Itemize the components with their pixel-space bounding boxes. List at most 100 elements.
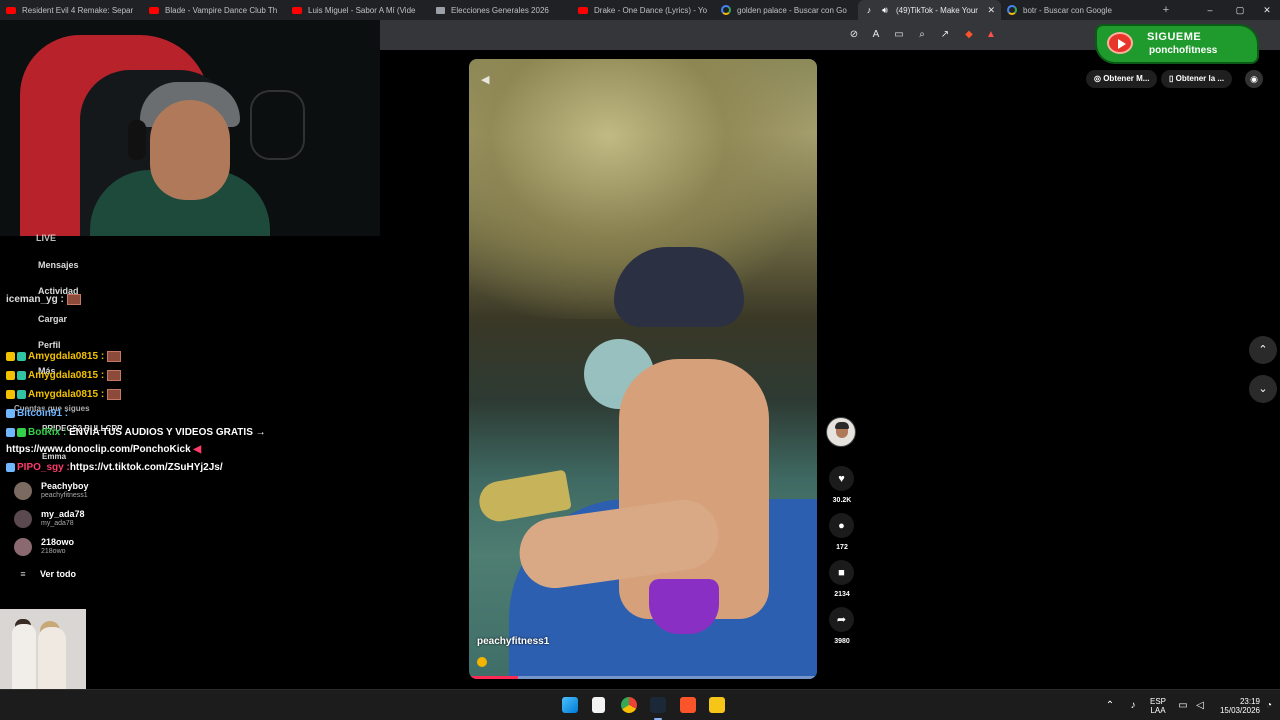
browser-tab[interactable]: Elecciones Generales 2026 — [429, 0, 572, 20]
following-handle: 218owo — [41, 548, 66, 555]
badge-icon — [17, 371, 26, 380]
emoji-icon — [477, 657, 487, 667]
network-icon[interactable]: ▭ — [1177, 700, 1189, 712]
chat-line: PIPO_sgy :https://vt.tiktok.com/ZSuHYj2J… — [6, 462, 223, 473]
sidebar-messages[interactable]: Mensajes — [38, 260, 79, 270]
browser-tab[interactable]: golden palace - Buscar con Go — [715, 0, 858, 20]
keyboard-layout: LAA — [1150, 705, 1166, 715]
badge-icon — [17, 390, 26, 399]
streamer-face — [150, 100, 230, 200]
volume-icon[interactable]: ◁ — [1194, 700, 1206, 712]
translate-icon[interactable]: A — [870, 29, 882, 41]
brave-icon[interactable] — [680, 697, 696, 713]
following-item[interactable]: Peachyboy peachyfitness1 — [14, 481, 89, 500]
folder-icon[interactable] — [709, 697, 725, 713]
sidebar-upload[interactable]: Cargar — [38, 314, 67, 324]
chat-username: Bitcoin91 : — [17, 408, 69, 419]
google-icon — [721, 5, 731, 15]
chat-line: Amygdala0815 : — [6, 389, 122, 401]
language-code: ESP — [1149, 696, 1166, 706]
video-author[interactable]: peachyfitness1 — [477, 636, 549, 647]
badge-icon — [6, 427, 15, 437]
like-button[interactable]: ♥ — [829, 466, 854, 491]
tiktok-video[interactable]: ◀ peachyfitness1 — [469, 59, 817, 679]
volume-icon[interactable]: ◀ — [481, 73, 489, 86]
tracking-off-icon[interactable]: ⊘ — [848, 29, 860, 41]
see-all-link[interactable]: ≡ Ver todo — [14, 569, 76, 579]
chat-message: ENVIA TUS AUDIOS Y VIDEOS GRATIS → — [69, 427, 266, 438]
badge-icon — [17, 427, 26, 437]
video-progress-bar[interactable] — [469, 676, 817, 679]
sidebar-profile[interactable]: Perfil — [38, 340, 61, 350]
badge-icon — [6, 408, 15, 418]
notepad-icon[interactable] — [592, 697, 605, 713]
previous-video-button[interactable]: ⌃ — [1249, 336, 1277, 364]
profile-icon[interactable]: ◉ — [1245, 70, 1263, 88]
minimize-button[interactable]: – — [1195, 0, 1225, 20]
couple-photo — [0, 609, 86, 689]
follow-me-banner: SIGUEME ponchofitness — [1097, 26, 1257, 62]
emote-icon — [107, 370, 122, 381]
bookmark-icon: ■ — [838, 566, 845, 579]
cast-icon[interactable]: ▭ — [893, 29, 905, 41]
steam-icon[interactable] — [650, 697, 666, 720]
zoom-icon[interactable]: ⌕ — [916, 29, 928, 41]
chat-line: Amygdala0815 : — [6, 351, 122, 363]
maximize-button[interactable]: ▢ — [1225, 0, 1255, 20]
following-item[interactable]: 218owo 218owo — [14, 537, 74, 556]
following-name: my_ada78 — [41, 509, 85, 519]
chat-line: Bitcoin91 : — [6, 408, 68, 419]
windows-start-icon[interactable] — [562, 697, 578, 713]
sidebar-live[interactable]: LIVE — [36, 233, 56, 243]
chevron-up-icon: ⌃ — [1258, 344, 1268, 356]
browser-tab[interactable]: Luis Miguel - Sabor A Mí (Vide — [286, 0, 429, 20]
speaker-icon[interactable]: 🔊︎ — [880, 5, 890, 15]
close-window-button[interactable]: ✕ — [1252, 0, 1280, 20]
language-indicator[interactable]: ESP LAA — [1145, 690, 1171, 720]
badge-icon — [6, 352, 15, 361]
following-handle: my_ada78 — [41, 520, 74, 527]
badge-icon — [17, 352, 26, 361]
document-icon — [435, 5, 445, 15]
save-button[interactable]: ■ — [829, 560, 854, 585]
clock-time: 23:19 — [1239, 696, 1260, 706]
close-tab-icon[interactable]: ✕ — [987, 5, 995, 16]
notification-icon[interactable]: ◔ — [1263, 700, 1275, 712]
chat-message: https://www.donoclip.com/PonchoKick — [6, 444, 191, 455]
chat-username: Amygdala0815 : — [28, 351, 105, 363]
new-tab-button[interactable]: + — [1156, 4, 1176, 16]
comment-button[interactable]: ● — [829, 513, 854, 538]
share-button[interactable]: ➦ — [829, 607, 854, 632]
pill-label: Obtener M... — [1103, 74, 1150, 83]
brave-shield-icon[interactable]: ◆ — [963, 29, 975, 41]
windows-taskbar: ⌃ ♪ ESP LAA ▭ ◁ 23:19 15/03/2026 ◔ — [0, 689, 1280, 720]
chrome-icon[interactable] — [621, 697, 637, 713]
comment-icon: ● — [838, 519, 845, 532]
browser-tab[interactable]: Drake - One Dance (Lyrics) - Yo — [572, 0, 715, 20]
get-coins-button[interactable]: ◎ Obtener M... — [1086, 70, 1158, 88]
following-item[interactable]: my_ada78 my_ada78 — [14, 509, 85, 528]
get-app-button[interactable]: ▯ Obtener la ... — [1161, 70, 1233, 88]
creator-avatar[interactable] — [826, 417, 856, 447]
brave-rewards-icon[interactable]: ▲ — [985, 29, 997, 41]
youtube-icon — [578, 5, 588, 15]
share-icon[interactable]: ↗ — [939, 29, 951, 41]
chat-username: BotRix : — [28, 427, 67, 438]
browser-tab-active[interactable]: ♪ 🔊︎ (49)TikTok - Make Your ✕ — [858, 0, 1001, 20]
chat-username: Amygdala0815 : — [28, 389, 105, 401]
microphone-icon[interactable]: ♪ — [1127, 700, 1139, 712]
chat-username: PIPO_sgy : — [17, 462, 70, 473]
browser-tab[interactable]: botr - Buscar con Google — [1001, 0, 1144, 20]
browser-tab[interactable]: Blade - Vampire Dance Club Th — [143, 0, 286, 20]
clock[interactable]: 23:19 15/03/2026 — [1210, 690, 1260, 720]
next-video-button[interactable]: ⌄ — [1249, 375, 1277, 403]
emote-icon — [107, 389, 122, 400]
pill-label: Obtener la ... — [1175, 74, 1225, 83]
chevron-up-icon[interactable]: ⌃ — [1104, 700, 1116, 712]
banner-handle: ponchofitness — [1149, 45, 1218, 56]
chat-line: https://www.donoclip.com/PonchoKick ◀ — [6, 444, 201, 455]
clock-date: 15/03/2026 — [1219, 705, 1260, 715]
megaphone-icon: ◀ — [193, 444, 202, 455]
webcam-feed — [0, 20, 380, 236]
browser-tab[interactable]: Resident Evil 4 Remake: Separ — [0, 0, 143, 20]
